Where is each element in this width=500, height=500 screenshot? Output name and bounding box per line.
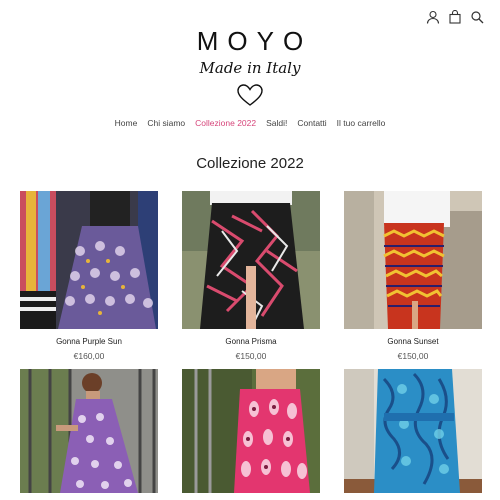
nav-item-collezione[interactable]: Collezione 2022 bbox=[195, 118, 256, 128]
page-title: Collezione 2022 bbox=[196, 155, 304, 172]
product-name[interactable]: Gonna Prisma bbox=[182, 337, 320, 346]
heart-icon bbox=[237, 84, 263, 106]
site-logo[interactable]: MOYO Made in Italy bbox=[0, 26, 500, 107]
product-card[interactable]: Gonna Purple Sun €160,00 bbox=[20, 191, 158, 361]
brand-name: MOYO bbox=[196, 26, 313, 56]
user-icon[interactable] bbox=[426, 10, 440, 24]
product-name[interactable]: Gonna Purple Sun bbox=[20, 337, 158, 346]
search-icon[interactable] bbox=[470, 10, 484, 24]
product-grid: Gonna Purple Sun €160,00 Gonna Prisma €1… bbox=[20, 191, 482, 500]
nav-item-home[interactable]: Home bbox=[115, 118, 138, 128]
product-image[interactable] bbox=[344, 369, 482, 493]
product-card[interactable]: Gonna Prisma €150,00 bbox=[182, 191, 320, 361]
product-price: €150,00 bbox=[397, 351, 429, 361]
nav-item-chi-siamo[interactable]: Chi siamo bbox=[147, 118, 185, 128]
brand-tagline: Made in Italy bbox=[199, 59, 301, 77]
nav-item-contatti[interactable]: Contatti bbox=[297, 118, 326, 128]
product-price: €150,00 bbox=[235, 351, 267, 361]
product-image[interactable] bbox=[182, 369, 320, 493]
nav-item-saldi[interactable]: Saldi! bbox=[266, 118, 287, 128]
bag-icon[interactable] bbox=[448, 10, 462, 24]
product-image[interactable] bbox=[182, 191, 320, 329]
product-image[interactable] bbox=[344, 191, 482, 329]
header-icons bbox=[426, 10, 484, 24]
nav-item-carrello[interactable]: Il tuo carrello bbox=[337, 118, 386, 128]
main-nav: Home Chi siamo Collezione 2022 Saldi! Co… bbox=[0, 118, 500, 128]
product-card[interactable]: Gonna Sunset €150,00 bbox=[344, 191, 482, 361]
product-card[interactable] bbox=[344, 369, 482, 500]
product-image[interactable] bbox=[20, 191, 158, 329]
product-card[interactable] bbox=[20, 369, 158, 500]
product-price: €160,00 bbox=[73, 351, 105, 361]
product-card[interactable] bbox=[182, 369, 320, 500]
product-image[interactable] bbox=[20, 369, 158, 493]
product-name[interactable]: Gonna Sunset bbox=[344, 337, 482, 346]
